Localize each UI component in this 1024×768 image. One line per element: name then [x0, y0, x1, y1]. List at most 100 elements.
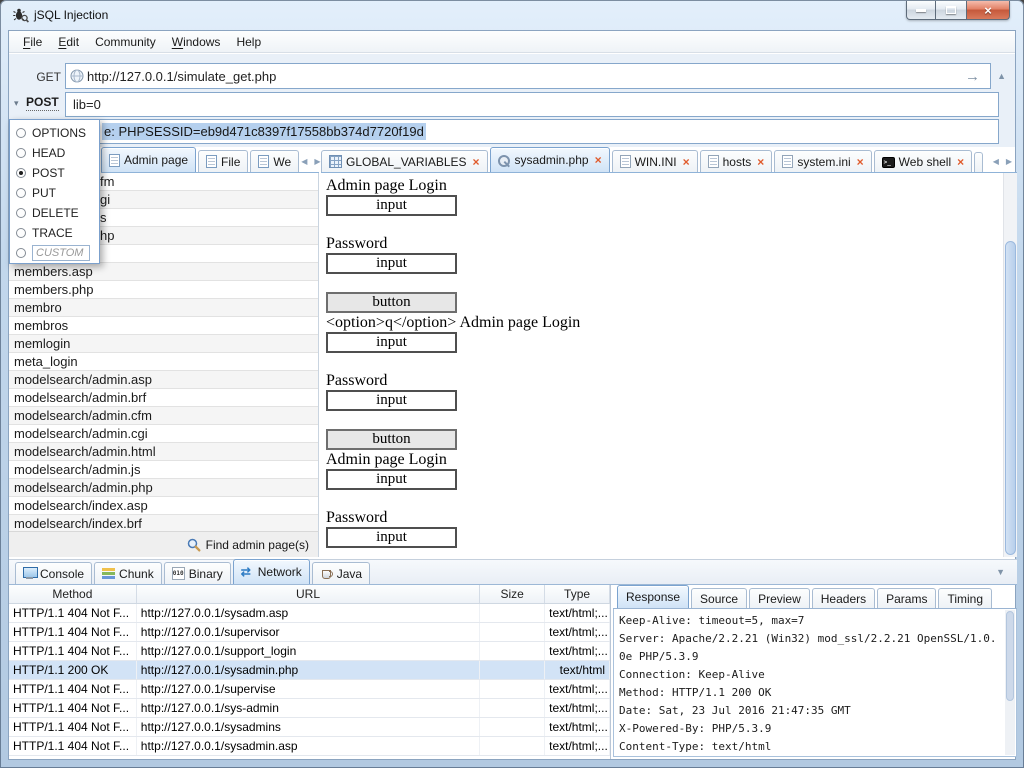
tab-icon: [882, 157, 895, 168]
menu-item[interactable]: Edit: [50, 32, 87, 52]
header-field[interactable]: e: PHPSESSID=eb9d471c8397f17558bb374d772…: [65, 119, 999, 144]
admin-list-item[interactable]: memlogin: [9, 335, 318, 353]
tab-close-icon[interactable]: ×: [473, 156, 480, 168]
column-header-url[interactable]: URL: [137, 585, 480, 603]
url-field[interactable]: →: [65, 63, 991, 89]
panel-menu-icon[interactable]: ▼: [996, 567, 1005, 577]
left-tab[interactable]: We: [250, 150, 299, 172]
column-header-size[interactable]: Size: [480, 585, 545, 603]
client-area: File Edit Community Windows Help GET: [8, 30, 1016, 760]
admin-list-item[interactable]: members.php: [9, 281, 318, 299]
response-tab[interactable]: Source: [691, 588, 747, 608]
response-tab[interactable]: Preview: [749, 588, 810, 608]
network-row[interactable]: HTTP/1.1 404 Not F... http://127.0.0.1/s…: [9, 604, 610, 623]
console-tab[interactable]: Chunk: [94, 562, 162, 584]
result-tab[interactable]: Web shell ×: [874, 150, 973, 172]
left-tab[interactable]: Admin page: [101, 147, 196, 172]
method-option[interactable]: OPTIONS: [10, 123, 99, 143]
method-option[interactable]: HEAD: [10, 143, 99, 163]
tab-close-icon[interactable]: ×: [683, 156, 690, 168]
magnifier-icon: [187, 538, 201, 552]
find-admin-button[interactable]: Find admin page(s): [187, 538, 309, 552]
tab-scroll-left-icon[interactable]: ◀: [993, 157, 999, 166]
tab-close-icon[interactable]: ×: [957, 156, 964, 168]
network-row[interactable]: HTTP/1.1 404 Not F... http://127.0.0.1/s…: [9, 699, 610, 718]
admin-list-item[interactable]: modelsearch/admin.brf: [9, 389, 318, 407]
tab-scroll-right-icon[interactable]: ▶: [1006, 157, 1012, 166]
network-row[interactable]: HTTP/1.1 404 Not F... http://127.0.0.1/s…: [9, 642, 610, 661]
console-tabbar: Console Chunk Binary Network: [9, 559, 1017, 585]
admin-list-item[interactable]: modelsearch/admin.php: [9, 479, 318, 497]
response-tab[interactable]: Response: [617, 585, 689, 608]
console-tab[interactable]: Console: [15, 562, 92, 584]
scrollbar-thumb[interactable]: [1005, 241, 1016, 555]
admin-list-item[interactable]: modelsearch/index.brf: [9, 515, 318, 531]
preview-block: input: [326, 527, 457, 548]
result-tab[interactable]: WIN.INI ×: [612, 150, 698, 172]
admin-list-item[interactable]: membros: [9, 317, 318, 335]
method-option[interactable]: POST: [10, 163, 99, 183]
post-data-field[interactable]: [65, 92, 999, 117]
method-option-custom[interactable]: [10, 243, 99, 263]
menu-item[interactable]: Community: [87, 32, 164, 52]
result-tab[interactable]: hosts ×: [700, 150, 773, 172]
post-expand-icon[interactable]: ▾: [14, 98, 19, 109]
close-button[interactable]: ×: [966, 1, 1010, 20]
menu-item[interactable]: File: [15, 32, 50, 52]
method-option[interactable]: DELETE: [10, 203, 99, 223]
page-icon: [258, 155, 269, 168]
response-tab[interactable]: Timing: [938, 588, 992, 608]
tab-icon: [782, 155, 793, 168]
scrollbar-thumb[interactable]: [1006, 611, 1014, 701]
admin-list-item[interactable]: modelsearch/admin.js: [9, 461, 318, 479]
admin-list-item[interactable]: members.asp: [9, 263, 318, 281]
network-row[interactable]: HTTP/1.1 404 Not F... http://127.0.0.1/s…: [9, 737, 610, 756]
result-tab[interactable]: GLOBAL_VARIABLES ×: [321, 150, 488, 172]
column-header-type[interactable]: Type: [545, 585, 610, 603]
custom-method-input[interactable]: [32, 245, 90, 261]
result-tab[interactable]: system.ini ×: [774, 150, 871, 172]
result-tab[interactable]: sysadmin.php ×: [490, 147, 610, 172]
admin-list-item[interactable]: modelsearch/admin.cgi: [9, 425, 318, 443]
tab-close-icon[interactable]: ×: [857, 156, 864, 168]
admin-list-item[interactable]: membro: [9, 299, 318, 317]
tab-close-icon[interactable]: ×: [757, 156, 764, 168]
network-row[interactable]: HTTP/1.1 404 Not F... http://127.0.0.1/s…: [9, 680, 610, 699]
admin-list-item[interactable]: modelsearch/admin.asp: [9, 371, 318, 389]
page-icon: [206, 155, 217, 168]
method-option[interactable]: PUT: [10, 183, 99, 203]
response-scrollbar[interactable]: [1005, 610, 1015, 755]
network-row[interactable]: HTTP/1.1 404 Not F... http://127.0.0.1/s…: [9, 623, 610, 642]
response-tab[interactable]: Params: [877, 588, 936, 608]
tab-scroll-left-icon[interactable]: ◀: [301, 157, 307, 166]
submit-arrow-icon[interactable]: →: [965, 69, 980, 84]
post-label[interactable]: POST: [26, 95, 59, 111]
method-option[interactable]: TRACE: [10, 223, 99, 243]
console-tab[interactable]: Java: [312, 562, 370, 584]
page-preview: Admin page Login input Password input bu…: [321, 173, 1003, 557]
network-row[interactable]: HTTP/1.1 404 Not F... http://127.0.0.1/s…: [9, 718, 610, 737]
collapse-panel-button[interactable]: ▲: [997, 71, 1006, 81]
preview-scrollbar[interactable]: [1003, 173, 1017, 557]
admin-list-item[interactable]: meta_login: [9, 353, 318, 371]
column-header-method[interactable]: Method: [9, 585, 137, 603]
url-input[interactable]: [84, 69, 965, 84]
header-selected-text: e: PHPSESSID=eb9d471c8397f17558bb374d772…: [102, 123, 426, 140]
network-table: Method URL Size Type HTTP/1.1 404 Not F.…: [9, 585, 611, 759]
post-data-input[interactable]: [70, 97, 994, 112]
menu-item[interactable]: Windows: [164, 32, 229, 52]
admin-list-item[interactable]: modelsearch/admin.cfm: [9, 407, 318, 425]
response-tab[interactable]: Headers: [812, 588, 875, 608]
minimize-button[interactable]: [906, 1, 936, 20]
tab-close-icon[interactable]: ×: [595, 154, 602, 166]
admin-list-item[interactable]: modelsearch/index.asp: [9, 497, 318, 515]
console-tab[interactable]: Binary: [164, 562, 231, 584]
console-tab[interactable]: Network: [233, 559, 310, 584]
tab-scroll-right-icon[interactable]: ▶: [314, 157, 320, 166]
admin-list-item[interactable]: modelsearch/admin.html: [9, 443, 318, 461]
preview-block: input: [326, 469, 457, 490]
left-tab[interactable]: File: [198, 150, 248, 172]
menu-item[interactable]: Help: [228, 32, 269, 52]
network-row[interactable]: HTTP/1.1 200 OK http://127.0.0.1/sysadmi…: [9, 661, 610, 680]
maximize-button[interactable]: [936, 1, 966, 20]
